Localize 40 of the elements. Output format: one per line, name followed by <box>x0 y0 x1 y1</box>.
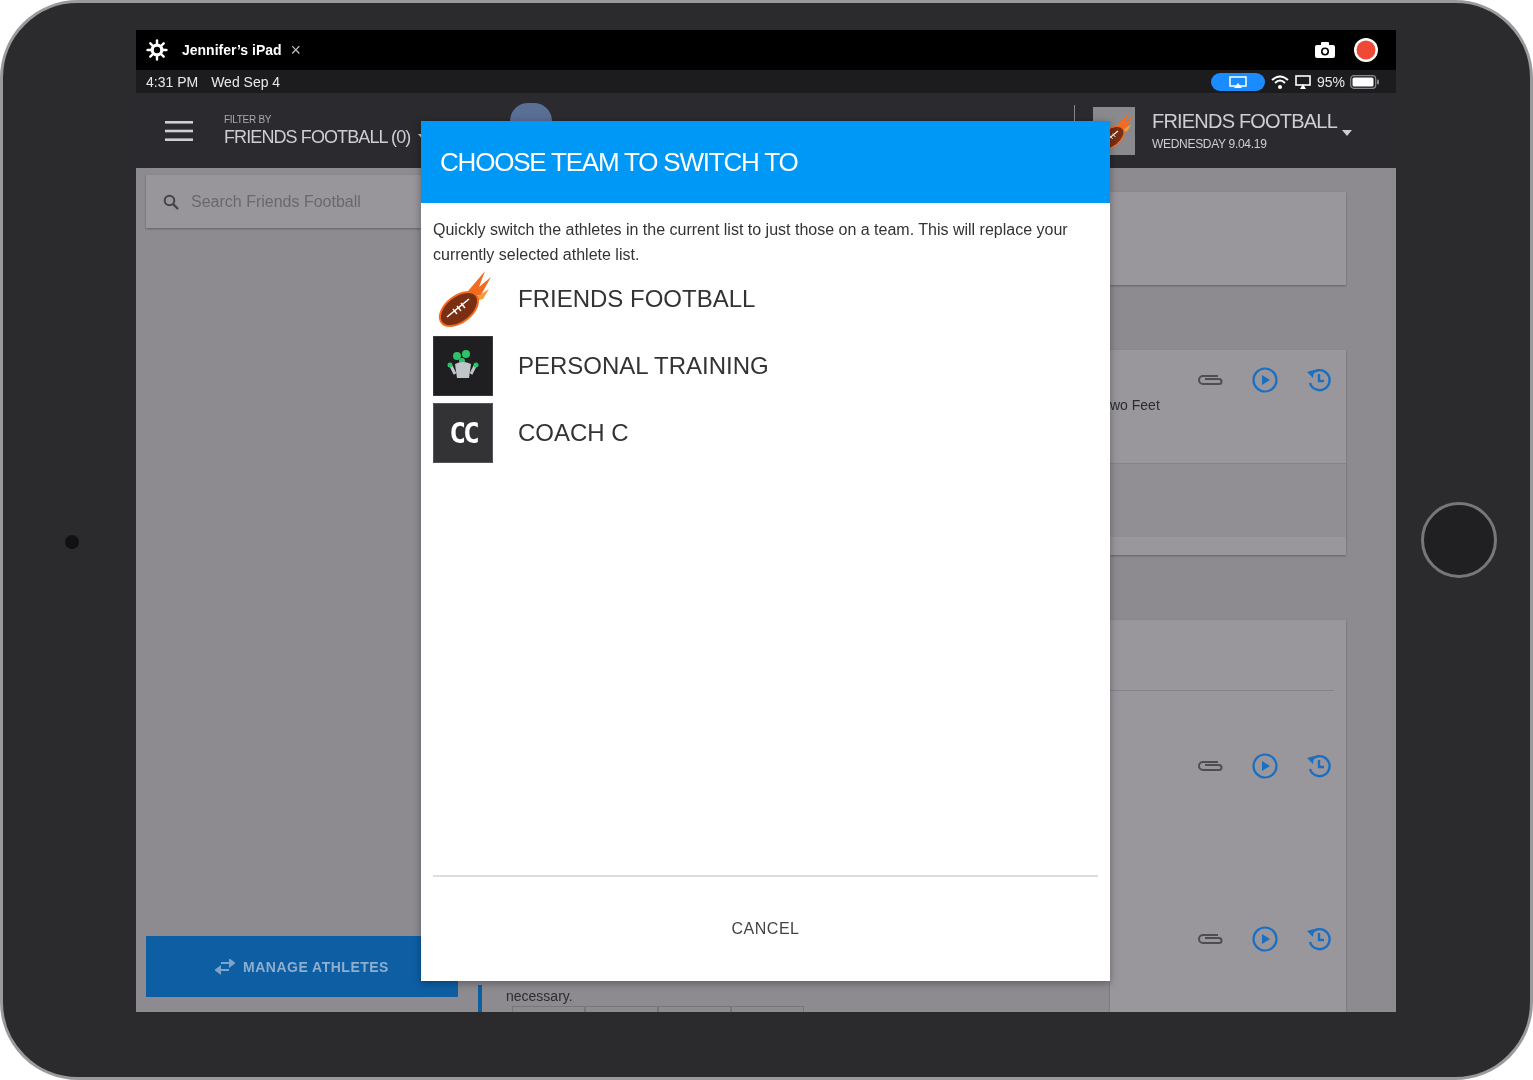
paperclip-icon[interactable] <box>1196 932 1224 946</box>
status-time: 4:31 PM <box>146 73 199 90</box>
wifi-icon <box>1270 74 1289 89</box>
gear-icon[interactable] <box>146 39 168 61</box>
team-option[interactable]: PERSONAL TRAINING <box>518 352 769 380</box>
swap-arrows-icon <box>215 958 235 975</box>
battery-percent: 95% <box>1316 73 1345 90</box>
record-icon[interactable] <box>1353 37 1379 63</box>
initials-avatar: CC <box>433 403 493 463</box>
screen-mirroring-icon[interactable] <box>1210 72 1265 91</box>
team-option[interactable]: FRIENDS FOOTBALL <box>518 285 756 313</box>
mascot-logo-icon <box>433 336 493 396</box>
battery-icon <box>1350 74 1380 89</box>
note-text: necessary. <box>506 988 573 1004</box>
cancel-button[interactable]: CANCEL <box>717 912 814 946</box>
device-name: Jennifer’s iPad <box>182 42 282 58</box>
camera-icon[interactable] <box>1315 42 1335 58</box>
play-icon[interactable] <box>1252 753 1278 779</box>
front-camera <box>65 535 79 549</box>
caret-icon[interactable] <box>1342 129 1352 136</box>
close-button[interactable]: × <box>290 39 302 61</box>
team-name: FRIENDS FOOTBALL <box>1152 110 1339 133</box>
paperclip-icon[interactable] <box>1196 759 1224 773</box>
play-icon[interactable] <box>1252 367 1278 393</box>
play-icon[interactable] <box>1252 926 1278 952</box>
dialog-title: CHOOSE TEAM TO SWITCH TO <box>421 121 1110 203</box>
avatar[interactable] <box>510 103 552 121</box>
filter-label: FILTER BY <box>224 113 273 125</box>
display-icon <box>1294 74 1311 89</box>
history-icon[interactable] <box>1306 926 1332 952</box>
exercise-name: wo Feet <box>1110 396 1161 413</box>
team-option[interactable]: COACH C <box>518 419 629 447</box>
status-date: Wed Sep 4 <box>211 73 281 90</box>
session-date: WEDNESDAY 9.04.19 <box>1152 137 1268 151</box>
history-icon[interactable] <box>1306 367 1332 393</box>
paperclip-icon[interactable] <box>1196 373 1224 387</box>
search-icon <box>163 193 179 210</box>
dialog-description: Quickly switch the athletes in the current list to just those on a team. This will replace your currently selected athlete list. <box>432 220 1069 265</box>
menu-icon[interactable] <box>165 120 193 141</box>
history-icon[interactable] <box>1306 753 1332 779</box>
